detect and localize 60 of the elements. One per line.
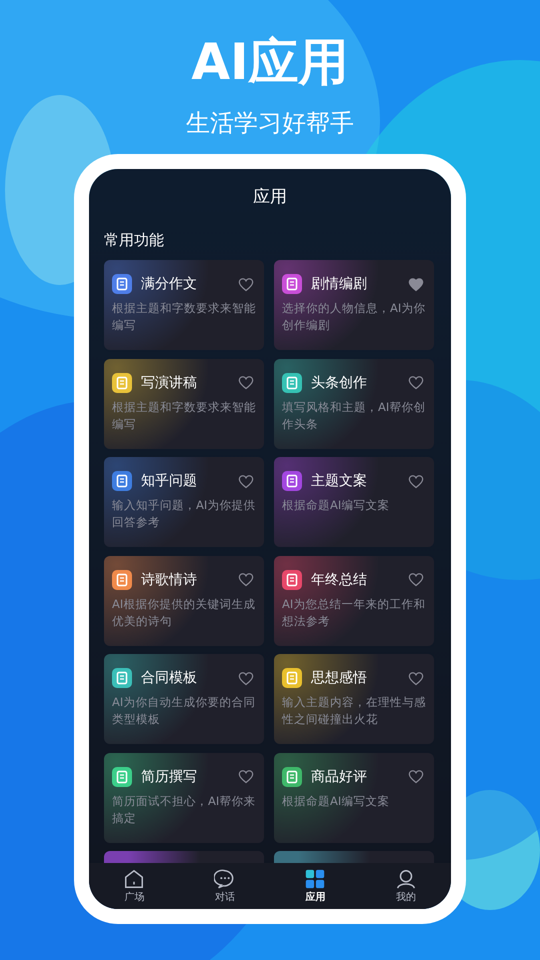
section-title: 常用功能 bbox=[104, 230, 164, 251]
app-description: AI根据你提供的关键词生成优美的诗句 bbox=[112, 596, 256, 630]
tab[interactable]: 对话 bbox=[180, 863, 270, 909]
app-card[interactable]: 诗歌情诗 AI根据你提供的关键词生成优美的诗句 bbox=[104, 556, 264, 646]
app-description: 根据命题AI编写文案 bbox=[282, 497, 390, 514]
app-title: 知乎问题 bbox=[141, 472, 198, 490]
person-icon bbox=[394, 868, 417, 890]
heart-icon[interactable] bbox=[408, 474, 424, 488]
app-title: 写演讲稿 bbox=[141, 374, 198, 392]
app-card[interactable]: 简历撰写 简历面试不担心，AI帮你来搞定 bbox=[104, 752, 264, 842]
app-description: 输入主题内容，在理性与感性之间碰撞出火花 bbox=[282, 694, 426, 728]
app-card[interactable]: 头条创作 填写风格和主题，AI帮你创作头条 bbox=[274, 358, 434, 448]
heart-icon[interactable] bbox=[408, 670, 424, 686]
grid-icon bbox=[304, 868, 326, 890]
app-description: 选择你的人物信息，AI为你创作编剧 bbox=[282, 300, 426, 334]
tab[interactable]: 广场 bbox=[89, 863, 180, 909]
tab[interactable]: 我的 bbox=[360, 863, 451, 909]
app-title: 思想感悟 bbox=[311, 669, 368, 687]
app-title: 年终总结 bbox=[311, 570, 368, 588]
heart-icon[interactable] bbox=[408, 769, 424, 784]
headline: AI应用 bbox=[191, 32, 349, 93]
app-description: 简历面试不担心，AI帮你来搞定 bbox=[112, 792, 256, 826]
app-card[interactable]: 满分作文 根据主题和字数要求来智能编写 bbox=[104, 260, 264, 350]
heart-icon[interactable] bbox=[238, 769, 254, 784]
app-description: AI为你自动生成你要的合同类型模板 bbox=[112, 694, 256, 728]
chat-icon bbox=[214, 868, 236, 890]
heart-icon[interactable] bbox=[408, 276, 424, 292]
heart-icon[interactable] bbox=[238, 670, 254, 686]
app-title: 主题文案 bbox=[311, 472, 368, 490]
app-card[interactable]: 商品好评 根据命题AI编写文案 bbox=[274, 752, 434, 842]
app-description: 填写风格和主题，AI帮你创作头条 bbox=[282, 398, 426, 432]
app-description: 根据命题AI编写文案 bbox=[282, 792, 390, 810]
app-title: 头条创作 bbox=[311, 374, 368, 392]
heart-icon[interactable] bbox=[408, 375, 424, 390]
app-card[interactable]: 写演讲稿 根据主题和字数要求来智能编写 bbox=[104, 358, 264, 448]
app-title: 诗歌情诗 bbox=[141, 570, 198, 588]
heart-icon[interactable] bbox=[238, 572, 254, 587]
app-card[interactable]: 思想感悟 输入主题内容，在理性与感性之间碰撞出火花 bbox=[274, 654, 434, 744]
app-description: 根据主题和字数要求来智能编写 bbox=[112, 398, 256, 432]
app-description: 输入知乎问题，AI为你提供回答参考 bbox=[112, 497, 256, 531]
heart-icon[interactable] bbox=[238, 474, 254, 488]
app-title: 剧情编剧 bbox=[311, 275, 368, 293]
app-description: AI为您总结一年来的工作和想法参考 bbox=[282, 596, 426, 630]
heart-icon[interactable] bbox=[238, 276, 254, 292]
subtitle: 生活学习好帮手 bbox=[186, 108, 354, 139]
home-icon bbox=[123, 868, 146, 890]
app-card[interactable]: 年终总结 AI为您总结一年来的工作和想法参考 bbox=[274, 556, 434, 646]
heart-icon[interactable] bbox=[408, 572, 424, 587]
app-description: 根据主题和字数要求来智能编写 bbox=[112, 300, 256, 334]
tab[interactable]: 应用 bbox=[270, 863, 360, 909]
app-title: 合同模板 bbox=[141, 669, 198, 687]
app-card[interactable]: 知乎问题 输入知乎问题，AI为你提供回答参考 bbox=[104, 457, 264, 547]
app-title: 简历撰写 bbox=[141, 768, 198, 786]
app-card[interactable]: 主题文案 根据命题AI编写文案 bbox=[274, 457, 434, 547]
app-title: 商品好评 bbox=[311, 768, 368, 786]
screen-title: 应用 bbox=[253, 186, 287, 209]
app-title: 满分作文 bbox=[141, 275, 198, 293]
app-card[interactable]: 合同模板 AI为你自动生成你要的合同类型模板 bbox=[104, 654, 264, 744]
app-card[interactable]: 剧情编剧 选择你的人物信息，AI为你创作编剧 bbox=[274, 260, 434, 350]
heart-icon[interactable] bbox=[238, 375, 254, 390]
